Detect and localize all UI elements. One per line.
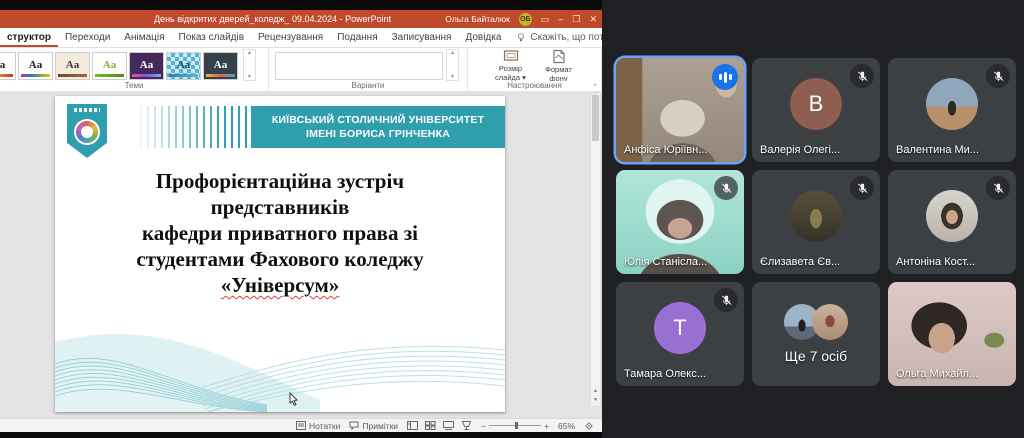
slide-stripe-decoration [133, 106, 253, 148]
screenshot-root: День відкритих дверей_коледж_ 09.04.2024… [0, 0, 1024, 438]
more-participants-label: Ще 7 осіб [752, 348, 880, 364]
participant-tile-tamara[interactable]: Т Тамара Олекс... [616, 282, 744, 386]
theme-gallery-scrollbar[interactable]: ▲ ▼ [243, 49, 256, 81]
theme-thumbnail[interactable]: Aa [18, 52, 53, 80]
restore-button[interactable]: ❐ [572, 10, 580, 28]
university-emblem [76, 121, 98, 143]
avatar: В [790, 78, 842, 130]
slide-size-icon [503, 49, 519, 63]
mic-off-icon [714, 176, 738, 200]
tab-view[interactable]: Подання [330, 28, 384, 47]
ribbon-tabs: структор Переходи Анімація Показ слайдів… [0, 28, 602, 48]
tab-help[interactable]: Довідка [458, 28, 508, 47]
status-bar: Нотатки Примітки − + 65% [0, 418, 602, 432]
notes-icon [296, 421, 306, 430]
mic-off-icon [986, 64, 1010, 88]
powerpoint-window: День відкритих дверей_коледж_ 09.04.2024… [0, 10, 602, 432]
zoom-in-button[interactable]: + [544, 421, 549, 431]
zoom-out-button[interactable]: − [481, 421, 486, 431]
comment-icon [349, 421, 359, 430]
tab-design[interactable]: структор [0, 28, 58, 47]
ribbon-content: AaAaAaAaAaAaAa ▲ ▼ Теми ▲ ▼ Варіанти [0, 48, 602, 93]
participant-tile-olha[interactable]: Ольга Михайл... [888, 282, 1016, 386]
variant-scrollbar[interactable]: ▲ ▼ [446, 49, 459, 81]
mic-off-icon [850, 64, 874, 88]
scrollbar-thumb[interactable] [592, 95, 599, 141]
mouse-cursor [288, 392, 300, 406]
mic-off-icon [850, 176, 874, 200]
slide-title-textbox[interactable]: Профорієнтаційна зустріч представників к… [65, 168, 495, 298]
title-bar: День відкритих дверей_коледж_ 09.04.2024… [0, 10, 602, 28]
scroll-down-icon[interactable]: ▼ [450, 74, 455, 80]
participant-tile-valeriia[interactable]: В Валерія Олегі... [752, 58, 880, 162]
mic-off-icon [986, 176, 1010, 200]
participant-grid: Анфіса Юріївн... В Валерія Олегі... Вале… [616, 58, 1016, 386]
theme-thumbnail[interactable]: Aa [92, 52, 127, 80]
account-name: Ольга Байталюк [445, 14, 510, 24]
video-call-panel: Анфіса Юріївн... В Валерія Олегі... Вале… [602, 0, 1024, 438]
participant-tile-anfisa[interactable]: Анфіса Юріївн... [616, 58, 744, 162]
avatar [790, 190, 842, 242]
participant-tile-antonina[interactable]: Антоніна Кост... [888, 170, 1016, 274]
previous-slide-button[interactable]: ▲ [593, 387, 598, 396]
minimize-button[interactable]: – [558, 10, 563, 28]
tab-review[interactable]: Рецензування [251, 28, 330, 47]
zoom-slider[interactable] [489, 425, 541, 426]
tab-transitions[interactable]: Переходи [58, 28, 117, 47]
zoom-slider-thumb[interactable] [515, 422, 518, 429]
more-participants-tile[interactable]: Ще 7 осіб [752, 282, 880, 386]
scroll-up-icon[interactable]: ▲ [247, 50, 252, 56]
slide-sorter-view-icon[interactable] [425, 421, 436, 430]
theme-thumbnail[interactable]: Aa [129, 52, 164, 80]
ribbon-group-customize: Розмір слайда ▾ Формат фону Настроювання… [468, 48, 602, 92]
close-button[interactable]: ✕ [589, 10, 597, 28]
variant-thumbnail[interactable] [275, 52, 443, 80]
account-avatar[interactable]: ОБ [519, 13, 532, 26]
avatar [926, 190, 978, 242]
wave-decoration [55, 312, 505, 412]
notes-toggle[interactable]: Нотатки [296, 421, 340, 431]
ribbon-group-themes: AaAaAaAaAaAaAa ▲ ▼ Теми [0, 48, 269, 92]
reading-view-icon[interactable] [443, 421, 454, 430]
university-shield-logo [67, 104, 107, 158]
normal-view-icon[interactable] [407, 421, 418, 430]
avatar [926, 78, 978, 130]
slide-editing-area[interactable]: КИЇВСЬКИЙ СТОЛИЧНИЙ УНІВЕРСИТЕТ ІМЕНІ БО… [0, 91, 602, 418]
tab-slideshow[interactable]: Показ слайдів [172, 28, 252, 47]
tab-recording[interactable]: Записування [385, 28, 459, 47]
avatar [812, 304, 848, 340]
mic-off-icon [714, 288, 738, 312]
university-banner: КИЇВСЬКИЙ СТОЛИЧНИЙ УНІВЕРСИТЕТ ІМЕНІ БО… [251, 106, 505, 148]
theme-thumbnail[interactable]: Aa [166, 52, 201, 80]
zoom-percentage[interactable]: 65% [558, 421, 575, 431]
slide-size-button[interactable]: Розмір слайда ▾ [489, 49, 533, 82]
participant-tile-yuliia[interactable]: Юлія Станісла... [616, 170, 744, 274]
tab-animations[interactable]: Анімація [117, 28, 171, 47]
fit-slide-icon[interactable] [584, 421, 594, 431]
theme-gallery: AaAaAaAaAaAaAa [0, 50, 240, 80]
format-background-icon [552, 49, 566, 64]
theme-thumbnail[interactable]: Aa [55, 52, 90, 80]
theme-thumbnail[interactable]: Aa [203, 52, 238, 80]
scroll-down-icon[interactable]: ▼ [247, 74, 252, 80]
comments-toggle[interactable]: Примітки [349, 421, 398, 431]
stacked-avatars [784, 304, 848, 340]
participant-tile-yelyzaveta[interactable]: Єлизавета Єв... [752, 170, 880, 274]
ribbon-group-variants: ▲ ▼ Варіанти [269, 48, 468, 92]
ribbon-display-options-icon[interactable]: ▭ [541, 10, 550, 28]
format-background-button[interactable]: Формат фону [537, 49, 581, 82]
theme-thumbnail[interactable]: Aa [0, 52, 16, 80]
scroll-up-icon[interactable]: ▲ [450, 50, 455, 56]
vertical-scrollbar[interactable]: ▲ ▼ [590, 93, 601, 407]
speaking-indicator-icon [712, 64, 738, 90]
lightbulb-icon [516, 32, 526, 43]
slideshow-view-icon[interactable] [461, 421, 472, 430]
avatar: Т [654, 302, 706, 354]
participant-tile-valentyna[interactable]: Валентина Ми... [888, 58, 1016, 162]
next-slide-button[interactable]: ▼ [593, 396, 598, 405]
slide-canvas[interactable]: КИЇВСЬКИЙ СТОЛИЧНИЙ УНІВЕРСИТЕТ ІМЕНІ БО… [55, 96, 505, 412]
document-title: День відкритих дверей_коледж_ 09.04.2024… [154, 14, 391, 24]
ribbon-collapse-chevron[interactable]: ⌃ [592, 83, 598, 91]
